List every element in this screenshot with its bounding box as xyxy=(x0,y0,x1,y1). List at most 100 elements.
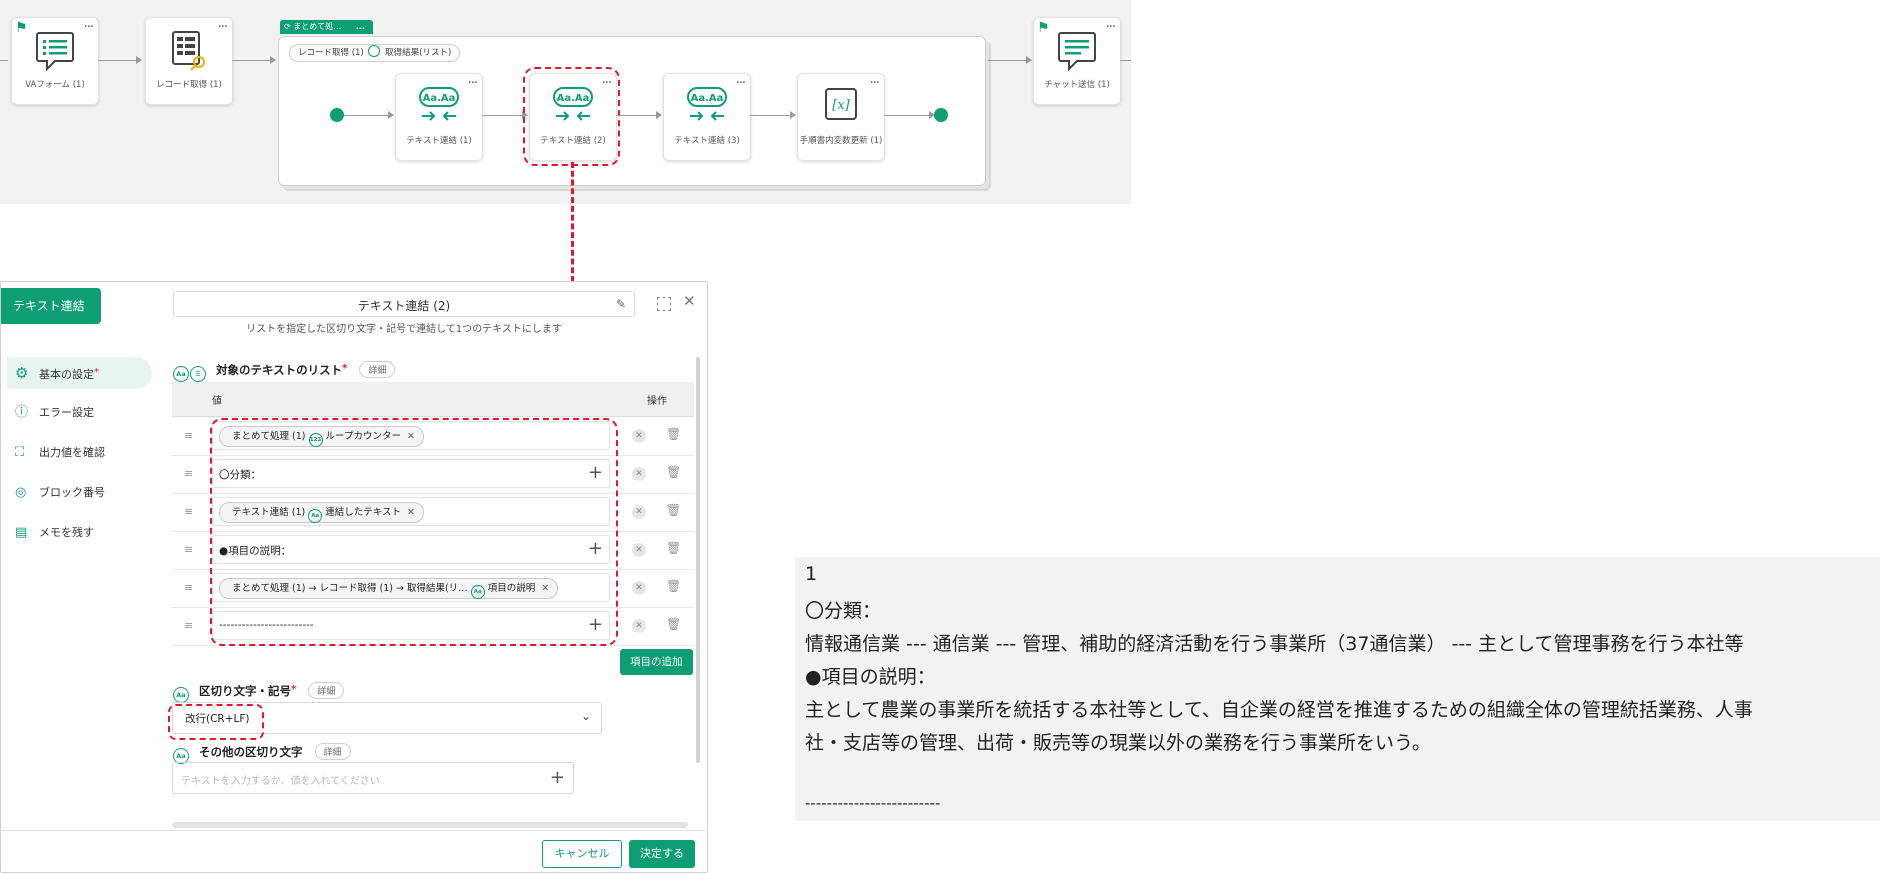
connector-line xyxy=(750,115,790,116)
column-header-value: 値 xyxy=(212,396,222,407)
add-item-button[interactable]: 項目の追加 xyxy=(620,649,693,675)
connector-arrow xyxy=(656,111,662,119)
detail-button[interactable]: 詳細 xyxy=(314,743,351,760)
connector-arrow xyxy=(790,111,796,119)
text-type-icon: Aa xyxy=(173,366,189,382)
form-icon xyxy=(36,32,74,72)
trash-icon[interactable]: 🗑 xyxy=(666,503,681,517)
drag-handle-icon[interactable]: ≡ xyxy=(184,543,193,556)
node-menu-icon[interactable]: ... xyxy=(468,73,478,86)
cancel-button[interactable]: キャンセル xyxy=(542,840,622,868)
title-field[interactable]: テキスト連結 (2) ✎ xyxy=(173,291,635,317)
drag-handle-icon[interactable]: ≡ xyxy=(184,429,193,442)
highlight-box xyxy=(523,67,620,166)
clear-icon[interactable]: ✕ xyxy=(632,543,646,557)
node-menu-icon[interactable]: ... xyxy=(1106,17,1116,30)
output-line: 主として農業の事業所を統括する本社等として、自企業の経営を推進するための組織全体… xyxy=(805,699,1753,721)
record-search-icon xyxy=(172,31,205,71)
connector-line xyxy=(232,60,270,61)
plus-icon[interactable]: + xyxy=(550,767,565,788)
table-header: 値 操作 xyxy=(172,382,694,417)
group-menu-icon[interactable]: ... xyxy=(356,22,365,31)
connector-arrow xyxy=(136,56,142,64)
sidebar-item-basic-settings[interactable]: ⚙ 基本の設定* xyxy=(7,357,152,389)
connector-arrow xyxy=(270,56,276,64)
dialog-tab[interactable]: テキスト連結 xyxy=(1,288,101,324)
output-line: 1 xyxy=(805,563,818,585)
frame-icon: ⛶ xyxy=(15,445,25,460)
section-label: その他の区切り文字 xyxy=(199,745,303,759)
group-chip-source: レコード取得 (1) xyxy=(298,48,364,58)
drag-handle-icon[interactable]: ≡ xyxy=(184,581,193,594)
group-block-tag[interactable]: ⟳ まとめて処… ... xyxy=(280,20,373,34)
node-va-form[interactable]: ⚑ ... VAフォーム (1) xyxy=(11,17,99,105)
end-flag-icon: ⚑ xyxy=(1037,20,1050,36)
node-menu-icon[interactable]: ... xyxy=(84,17,94,30)
detail-button[interactable]: 詳細 xyxy=(308,682,345,699)
node-record-get[interactable]: ... レコード取得 (1) xyxy=(145,17,233,105)
group-block-name: まとめて処… xyxy=(293,22,342,31)
drag-handle-icon[interactable]: ≡ xyxy=(184,505,193,518)
flow-canvas: ⚑ ... VAフォーム (1) ... レコード取得 (1) ⟳ まとめて処…… xyxy=(0,0,1131,204)
node-label: レコード取得 (1) xyxy=(156,80,222,90)
connector-arrow xyxy=(1026,56,1032,64)
node-menu-icon[interactable]: ... xyxy=(736,73,746,86)
connector-line xyxy=(616,115,656,116)
list-section-title: Aa ☰ 対象のテキストのリスト* 詳細 xyxy=(173,361,396,382)
trash-icon[interactable]: 🗑 xyxy=(666,579,681,593)
node-label: VAフォーム (1) xyxy=(25,80,85,90)
node-var-update[interactable]: ... [x] 手順書内変数更新 (1) xyxy=(797,73,885,161)
detail-button[interactable]: 詳細 xyxy=(359,361,396,378)
group-end-dot xyxy=(934,108,948,122)
connector-line xyxy=(988,60,1026,61)
chat-icon xyxy=(1058,32,1096,72)
horizontal-scrollbar[interactable] xyxy=(172,822,688,828)
sidebar-item-label: 出力値を確認 xyxy=(39,446,105,459)
sidebar-item-block-number[interactable]: ◎ ブロック番号 xyxy=(7,477,152,509)
section-label: 対象のテキストのリスト xyxy=(216,363,343,377)
connector-line xyxy=(884,115,929,116)
sidebar-item-output-check[interactable]: ⛶ 出力値を確認 xyxy=(7,437,152,469)
other-separator-input[interactable]: テキストを入力するか、値を入れてください + xyxy=(172,762,574,794)
node-menu-icon[interactable]: ... xyxy=(218,17,228,30)
connector-line xyxy=(1120,60,1131,61)
sidebar-item-label: メモを残す xyxy=(39,526,94,539)
group-start-dot xyxy=(330,108,344,122)
text-concat-icon: Aa.Aa xyxy=(687,87,727,121)
node-text-concat-3[interactable]: ... Aa.Aa テキスト連結 (3) xyxy=(663,73,751,161)
select-cursor-icon[interactable] xyxy=(657,297,671,311)
required-mark: * xyxy=(342,363,348,374)
svg-text:[x]: [x] xyxy=(832,98,850,113)
clear-icon[interactable]: ✕ xyxy=(632,581,646,595)
confirm-button[interactable]: 決定する xyxy=(629,840,695,868)
vertical-scrollbar[interactable] xyxy=(696,357,700,763)
node-menu-icon[interactable]: ... xyxy=(870,73,880,86)
clear-icon[interactable]: ✕ xyxy=(632,505,646,519)
drag-handle-icon[interactable]: ≡ xyxy=(184,619,193,632)
text-type-icon: Aa xyxy=(173,687,189,703)
sidebar-item-error-settings[interactable]: ⓘ エラー設定 xyxy=(7,397,152,429)
sidebar-item-memo[interactable]: ▤ メモを残す xyxy=(7,517,152,549)
dialog-subtitle: リストを指定した区切り文字・記号で連結して1つのテキストにします xyxy=(246,324,562,335)
trash-icon[interactable]: 🗑 xyxy=(666,617,681,631)
highlight-box xyxy=(210,418,618,646)
trash-icon[interactable]: 🗑 xyxy=(666,427,681,441)
trash-icon[interactable]: 🗑 xyxy=(666,465,681,479)
number-circle-icon: ◎ xyxy=(15,485,27,500)
clear-icon[interactable]: ✕ xyxy=(632,429,646,443)
connector-line xyxy=(98,60,136,61)
node-chat-send[interactable]: ⚑ ... チャット送信 (1) xyxy=(1033,17,1121,105)
list-badge-icon xyxy=(368,45,381,57)
edit-pencil-icon[interactable]: ✎ xyxy=(616,297,626,311)
close-icon[interactable]: ✕ xyxy=(683,292,696,310)
clear-icon[interactable]: ✕ xyxy=(632,619,646,633)
drag-handle-icon[interactable]: ≡ xyxy=(184,467,193,480)
clear-icon[interactable]: ✕ xyxy=(632,467,646,481)
node-label: テキスト連結 (1) xyxy=(406,136,472,146)
group-input-chip[interactable]: レコード取得 (1) 取得結果(リスト) xyxy=(289,44,461,62)
output-line: 情報通信業 --- 通信業 --- 管理、補助的経済活動を行う事業所（37通信業… xyxy=(805,633,1744,655)
node-text-concat-1[interactable]: ... Aa.Aa テキスト連結 (1) xyxy=(395,73,483,161)
trash-icon[interactable]: 🗑 xyxy=(666,541,681,555)
other-separator-title: Aa その他の区切り文字 詳細 xyxy=(173,743,351,764)
group-chip-value: 取得結果(リスト) xyxy=(385,48,452,58)
